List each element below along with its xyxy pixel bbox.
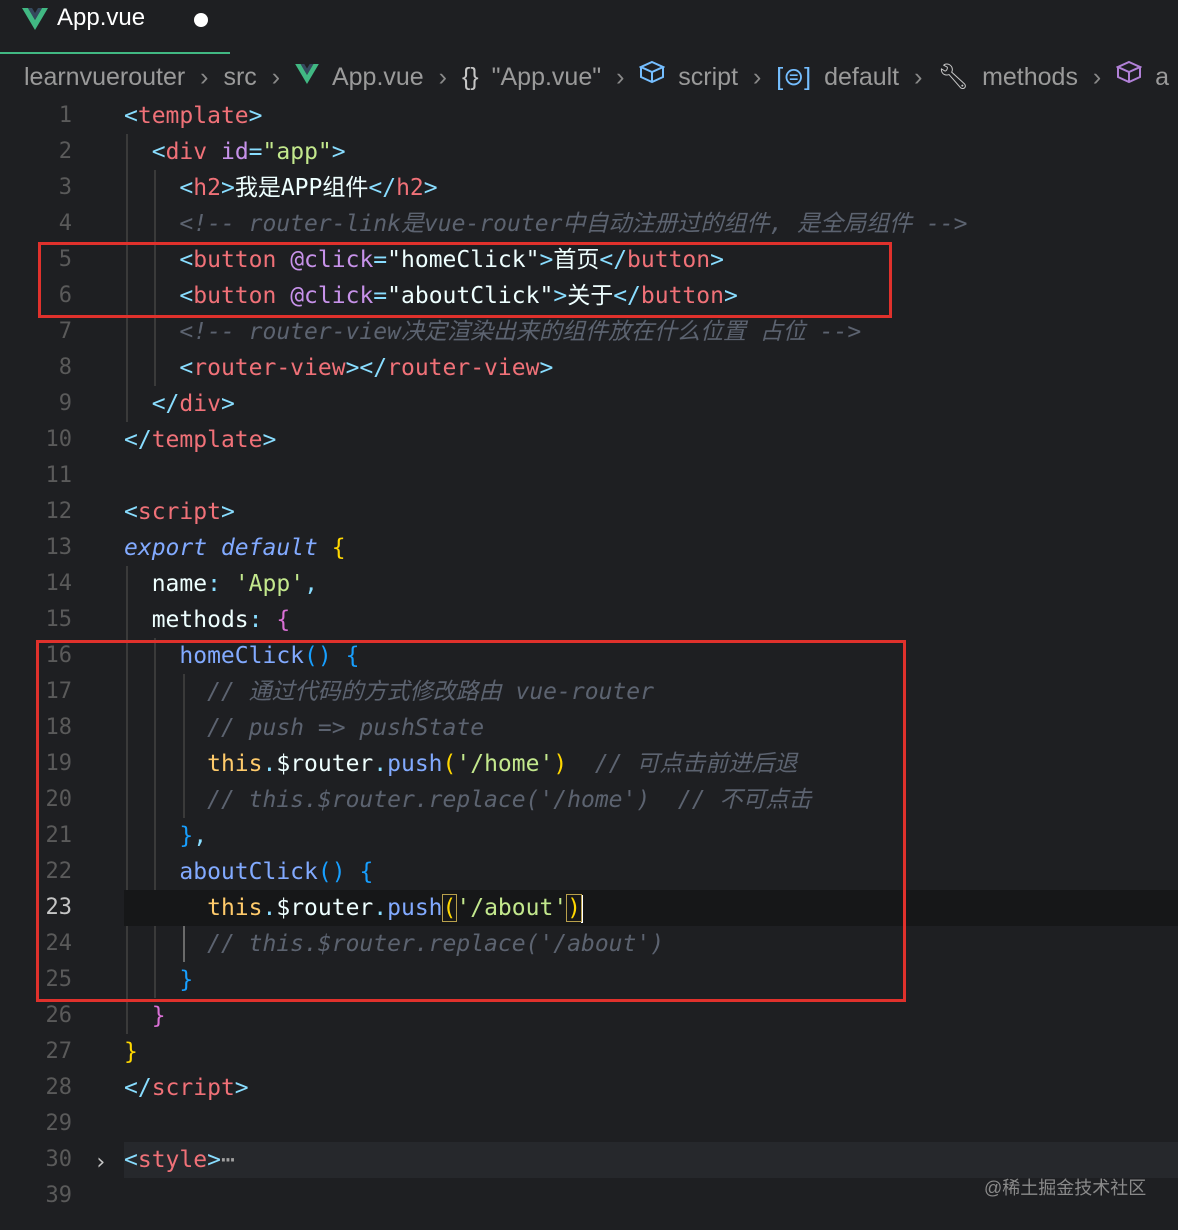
code-text: } (151, 1003, 166, 1029)
code-line: 15 methods: { (0, 602, 1178, 638)
chevron-right-icon: › (200, 62, 209, 91)
chevron-right-icon: › (616, 62, 625, 91)
code-line: 29 (0, 1106, 1178, 1142)
line-number: 7 (58, 319, 72, 344)
code-text: export default { (124, 535, 346, 561)
code-text: <!-- router-link是vue-router中自动注册过的组件, 是全… (124, 206, 968, 242)
code-text: </div> (151, 391, 235, 417)
code-line: 11 (0, 458, 1178, 494)
line-number: 14 (45, 571, 73, 596)
code-line: 26 } (0, 998, 1178, 1034)
code-line: 8 <router-view></router-view> (0, 350, 1178, 386)
code-text: <h2>我是APP组件</h2> (179, 175, 438, 201)
watermark: @稀土掘金技术社区 (984, 1178, 1147, 1198)
vue-icon (22, 8, 48, 30)
chevron-right-icon: › (1092, 62, 1102, 91)
line-number: 39 (45, 1183, 73, 1208)
chevron-right-icon: › (914, 62, 923, 91)
breadcrumb-item-file[interactable]: App.vue (332, 63, 424, 92)
breadcrumb-item-module[interactable]: "App.vue" (492, 63, 602, 92)
line-number: 12 (45, 499, 73, 524)
code-line: 7 <!-- router-view决定渲染出来的组件放在什么位置 占位 --> (0, 314, 1178, 350)
tab-app-vue[interactable]: App.vue (0, 0, 230, 54)
tab-label: App.vue (57, 4, 146, 31)
breadcrumb-item-default[interactable]: default (824, 63, 899, 92)
breadcrumb-item-method[interactable]: a (1155, 63, 1169, 92)
line-number: 11 (45, 463, 73, 488)
chevron-right-icon: › (271, 62, 281, 91)
folded-ellipsis-icon[interactable]: ⋯ (221, 1147, 235, 1173)
chevron-right-icon: › (752, 62, 762, 91)
chevron-right-icon: › (438, 62, 447, 91)
code-text: <router-view></router-view> (179, 355, 554, 381)
annotation-box-methods (36, 640, 906, 1002)
string-literal: 'App' (234, 571, 305, 597)
code-text: <script> (124, 499, 235, 525)
line-number: 1 (58, 103, 72, 128)
code-editor[interactable]: 1 <template> 2 <div id="app"> 3 <h2>我是AP… (0, 98, 1178, 1230)
line-number: 29 (45, 1111, 73, 1136)
vue-icon (295, 64, 319, 84)
code-line: 14 name: 'App', (0, 566, 1178, 602)
code-text: </template> (124, 427, 277, 453)
code-text: <div id="app"> (151, 139, 346, 165)
chevron-right-icon[interactable]: › (94, 1150, 107, 1175)
method-cube-icon (1115, 60, 1143, 84)
code-line: 10 </template> (0, 422, 1178, 458)
breadcrumb-item-script[interactable]: script (678, 63, 738, 92)
code-line-folded[interactable]: 30 › <style>⋯ (0, 1142, 1178, 1178)
line-number: 8 (58, 355, 72, 380)
code-line: 4 <!-- router-link是vue-router中自动注册过的组件, … (0, 206, 1178, 242)
h2-text: 我是APP组件 (234, 175, 369, 201)
line-number: 27 (45, 1039, 73, 1064)
breadcrumb-item-methods[interactable]: methods (982, 63, 1078, 92)
variable-icon: [⊜] (776, 63, 812, 92)
code-line: 2 <div id="app"> (0, 134, 1178, 170)
line-number: 30 (45, 1147, 73, 1172)
tab-bar: App.vue (0, 0, 1178, 54)
code-line: 13 export default { (0, 530, 1178, 566)
code-line: 12 <script> (0, 494, 1178, 530)
code-text: } (124, 1039, 138, 1065)
line-number: 2 (58, 139, 72, 164)
line-number: 4 (58, 211, 72, 236)
code-text: <!-- router-view决定渲染出来的组件放在什么位置 占位 --> (124, 314, 861, 350)
code-line: 27 } (0, 1034, 1178, 1070)
line-number: 3 (58, 175, 72, 200)
code-text: <template> (124, 103, 263, 129)
line-number: 28 (45, 1075, 73, 1100)
line-number: 15 (45, 607, 73, 632)
unsaved-dot-icon[interactable] (194, 13, 208, 27)
breadcrumb-item-src[interactable]: src (223, 63, 256, 92)
breadcrumb-item-folder[interactable]: learnvuerouter (24, 63, 185, 92)
code-line: 3 <h2>我是APP组件</h2> (0, 170, 1178, 206)
comment: <!-- router-link是vue-router中自动注册过的组件, 是全… (179, 211, 968, 237)
cube-icon (638, 60, 666, 84)
line-number: 10 (45, 427, 73, 452)
code-text: <style>⋯ (124, 1147, 235, 1173)
braces-icon: {} (461, 62, 479, 91)
line-number: 9 (58, 391, 72, 416)
breadcrumb: learnvuerouter › src › App.vue › {} "App… (24, 60, 1169, 96)
folded-region-highlight (124, 1142, 1178, 1178)
code-line: 28 </script> (0, 1070, 1178, 1106)
code-line: 1 <template> (0, 98, 1178, 134)
code-text: </script> (124, 1075, 249, 1101)
code-text: name: 'App', (151, 571, 318, 597)
code-line: 9 </div> (0, 386, 1178, 422)
annotation-box-buttons (38, 242, 892, 318)
comment: <!-- router-view决定渲染出来的组件放在什么位置 占位 --> (179, 319, 862, 345)
line-number: 13 (45, 535, 73, 560)
code-text: methods: { (151, 607, 291, 633)
wrench-icon: 🔧︎ (937, 62, 970, 91)
line-number: 26 (45, 1003, 73, 1028)
